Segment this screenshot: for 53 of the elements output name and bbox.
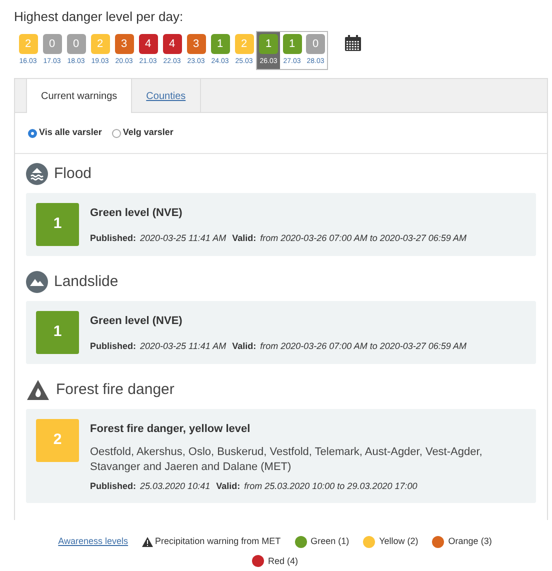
legend-label: Orange (3) [448,535,492,548]
legend-label: Green (1) [310,535,350,548]
valid-period: from 2020-03-26 07:00 AM to 2020-03-27 06:59 AM [260,340,467,352]
danger-level-badge: 0 [66,34,86,54]
legend-label: Red (4) [268,554,298,568]
published-time: 2020-03-25 11:41 AM [140,340,226,352]
published-label: Published: [90,480,136,492]
calendar-icon[interactable] [344,34,362,52]
warning-title: Forest fire danger, yellow level [90,422,252,437]
danger-level-badge: 4 [138,34,158,54]
awareness-levels-link[interactable]: Awareness levels [58,535,128,548]
danger-level-badge: 1 [36,311,79,354]
published-label: Published: [90,340,136,352]
valid-period: from 2020-03-26 07:00 AM to 2020-03-27 06:59 AM [260,232,467,244]
danger-level-badge: 2 [36,419,79,462]
tab[interactable]: Current warnings [26,79,132,113]
section-title: Landslide [54,272,118,292]
danger-level-badge: 2 [90,34,110,54]
section-title: Forest fire danger [56,380,174,400]
danger-level-badge: 2 [234,34,254,54]
warning-title: Green level (NVE) [90,206,184,221]
danger-level-badge: 0 [306,34,325,54]
valid-label: Valid: [232,232,256,244]
published-time: 2020-03-25 11:41 AM [140,232,226,244]
danger-level-badge: 4 [162,34,182,54]
radio-label: Vis alle varsler [39,126,102,140]
danger-level-badge: 3 [114,34,134,54]
fire-warning-icon [26,379,50,401]
danger-level-badge: 1 [282,34,302,54]
danger-level-badge: 3 [186,34,206,54]
radio-label: Velg varsler [122,126,174,140]
legend-label: Precipitation warning from MET [155,535,281,548]
warning-title: Green level (NVE) [90,314,184,329]
warning-icon [142,536,154,547]
mountain-icon [26,271,48,293]
valid-label: Valid: [232,340,256,352]
page-heading: Highest danger level per day: [14,8,184,26]
valid-label: Valid: [216,480,240,492]
tab[interactable]: Counties [132,79,201,113]
legend-label: Yellow (2) [379,535,418,548]
danger-level-badge: 1 [36,203,79,246]
danger-level-badge: 2 [18,34,38,54]
radio-button[interactable] [28,128,37,138]
radio-button[interactable] [112,128,121,138]
flood-icon [26,163,48,185]
danger-level-badge: 1 [259,34,278,54]
section-title: Flood [54,164,92,184]
danger-level-badge: 1 [210,34,230,54]
published-label: Published: [90,232,136,244]
valid-period: from 25.03.2020 10:00 to 29.03.2020 17:00 [244,480,418,492]
published-time: 25.03.2020 10:41 [140,480,210,492]
danger-level-badge: 0 [42,34,62,54]
warning-areas: Oestfold, Akershus, Oslo, Buskerud, Vestfold, Telemark, Aust-Agder, Vest-Agder, Stavanger and Jaeren and Dalane (MET) [90,444,526,474]
